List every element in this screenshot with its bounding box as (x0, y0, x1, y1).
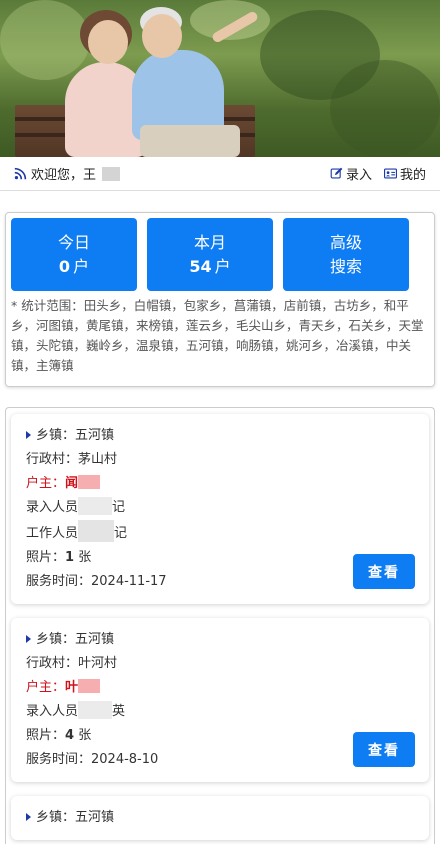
town-value: 五河镇 (75, 632, 115, 647)
enter-link[interactable]: 录入 (330, 164, 372, 183)
woman-face (88, 20, 128, 64)
village-row: 行政村：叶河村 (26, 652, 415, 676)
entry-row: 录入人员 记 (26, 496, 415, 520)
time-label: 服务时间： (26, 574, 92, 589)
today-unit: 户 (73, 256, 90, 276)
welcome-bar: 欢迎您，王 录入 我的 (0, 157, 440, 191)
edit-icon (330, 167, 343, 179)
owner-mask (78, 679, 101, 693)
town-label: 乡镇： (36, 810, 76, 825)
caret-right-icon (26, 431, 31, 439)
search-line1: 高级 (329, 232, 362, 252)
welcome-greeting: 欢迎您，王 (14, 164, 121, 183)
records-list: 乡镇：五河镇 行政村：茅山村 户主：闻 录入人员记 工作人员记 照片：1 张 服… (5, 407, 435, 844)
month-unit: 户 (214, 256, 231, 276)
month-stat-button[interactable]: 本月 54 户 (147, 218, 273, 291)
man-face (142, 14, 182, 58)
entry-label: 录入人员 (26, 704, 79, 719)
entry-suffix: 记 (112, 500, 126, 515)
month-count: 54 (189, 256, 212, 276)
rss-icon (14, 167, 27, 180)
photo-count: 1 (65, 550, 75, 565)
mine-label: 我的 (399, 168, 426, 183)
time-value: 2024-8-10 (91, 752, 159, 767)
hero-bokeh (0, 0, 90, 80)
hero-banner (0, 0, 440, 157)
staff-suffix: 记 (114, 526, 128, 541)
photo-count: 4 (65, 728, 75, 743)
entry-mask (78, 497, 113, 515)
owner-label: 户主： (26, 476, 66, 491)
town-row: 乡镇：五河镇 (26, 628, 415, 652)
man-trousers (140, 125, 240, 157)
record-card: 乡镇：五河镇 行政村：叶河村 户主：叶 录入人员 英 照片：4 张 服务时间：20… (11, 618, 429, 782)
search-line2: 搜索 (329, 256, 362, 276)
hero-bokeh (330, 60, 440, 157)
village-label: 行政村： (26, 452, 79, 467)
photo-label: 照片： (26, 728, 66, 743)
view-button[interactable]: 查看 (353, 554, 415, 589)
town-row: 乡镇：五河镇 (26, 424, 415, 448)
owner-row: 户主：叶 (26, 676, 415, 700)
owner-value: 闻 (65, 476, 79, 491)
month-label: 本月 (193, 232, 226, 252)
owner-row: 户主：闻 (26, 472, 415, 496)
owner-value: 叶 (65, 680, 79, 695)
id-card-icon (383, 168, 397, 179)
greeting-text: 欢迎您，王 (31, 168, 97, 183)
today-label: 今日 (57, 232, 90, 252)
stats-scope: * 统计范围：田头乡，白帽镇，包家乡，菖蒲镇，店前镇，古坊乡，和平乡，河图镇，黄… (11, 298, 424, 373)
record-card: 乡镇：五河镇 行政村：茅山村 户主：闻 录入人员记 工作人员记 照片：1 张 服… (11, 414, 429, 604)
town-value: 五河镇 (75, 428, 115, 443)
staff-label: 工作人员 (26, 526, 79, 541)
caret-right-icon (26, 635, 31, 643)
entry-suffix: 英 (112, 704, 126, 719)
town-label: 乡镇： (36, 632, 76, 647)
staff-mask (78, 520, 115, 542)
village-row: 行政村：茅山村 (26, 448, 415, 472)
stats-panel: 今日 0户 本月 54 户 高级 搜索 * 统计范围：田头乡，白帽镇，包家乡，菖蒲… (5, 212, 435, 387)
time-label: 服务时间： (26, 752, 92, 767)
today-count: 0 (58, 256, 71, 276)
photo-unit: 张 (74, 728, 92, 743)
photo-unit: 张 (74, 550, 92, 565)
town-value: 五河镇 (75, 810, 115, 825)
mine-link[interactable]: 我的 (383, 164, 426, 183)
record-card: 乡镇：五河镇 (11, 796, 429, 840)
enter-label: 录入 (345, 168, 372, 183)
owner-label: 户主： (26, 680, 66, 695)
entry-label: 录入人员 (26, 500, 79, 515)
village-value: 茅山村 (78, 452, 118, 467)
advanced-search-button[interactable]: 高级 搜索 (283, 218, 409, 291)
staff-row: 工作人员 记 (26, 520, 415, 546)
caret-right-icon (26, 813, 31, 821)
entry-row: 录入人员 英 (26, 700, 415, 724)
username-mask (102, 166, 121, 181)
today-stat-button[interactable]: 今日 0户 (11, 218, 137, 291)
owner-mask (78, 475, 101, 489)
village-value: 叶河村 (78, 656, 118, 671)
village-label: 行政村： (26, 656, 79, 671)
town-row: 乡镇：五河镇 (26, 806, 415, 830)
entry-mask (78, 701, 113, 719)
time-value: 2024-11-17 (91, 574, 167, 589)
view-button[interactable]: 查看 (353, 732, 415, 767)
town-label: 乡镇： (36, 428, 76, 443)
photo-label: 照片： (26, 550, 66, 565)
